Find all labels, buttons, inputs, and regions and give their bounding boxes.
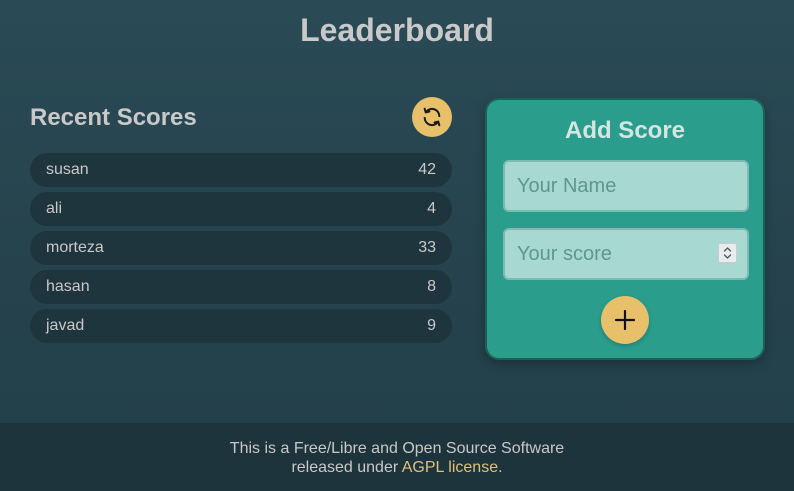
- player-score: 42: [418, 161, 436, 178]
- score-row: hasan 8: [30, 270, 452, 304]
- recent-scores-header: Recent Scores: [30, 97, 452, 137]
- recent-scores-title: Recent Scores: [30, 104, 197, 131]
- score-row: morteza 33: [30, 231, 452, 265]
- player-name: ali: [46, 200, 63, 217]
- score-row: ali 4: [30, 192, 452, 226]
- score-stepper[interactable]: [718, 243, 737, 263]
- footer-line-2: released under AGPL license.: [0, 458, 794, 477]
- stepper-arrows-icon: [723, 247, 732, 259]
- player-score: 8: [427, 278, 436, 295]
- score-input[interactable]: [503, 228, 749, 280]
- name-input[interactable]: [503, 160, 749, 212]
- plus-icon: [614, 309, 636, 331]
- add-score-card: Add Score: [485, 98, 765, 360]
- add-score-button[interactable]: [601, 296, 649, 344]
- player-score: 33: [418, 239, 436, 256]
- score-row: susan 42: [30, 153, 452, 187]
- add-score-title: Add Score: [564, 117, 686, 144]
- footer-prefix: released under: [291, 459, 402, 476]
- player-name: javad: [46, 317, 85, 334]
- footer-line-1: This is a Free/Libre and Open Source Sof…: [229, 440, 565, 457]
- license-link[interactable]: AGPL license: [402, 459, 498, 476]
- score-row: javad 9: [30, 309, 452, 343]
- page-title: Leaderboard: [300, 12, 494, 48]
- player-score: 9: [427, 317, 436, 334]
- footer: This is a Free/Libre and Open Source Sof…: [0, 423, 794, 491]
- player-name: susan: [46, 161, 89, 178]
- refresh-button[interactable]: [412, 97, 452, 137]
- footer-suffix: .: [498, 459, 503, 476]
- refresh-icon: [423, 107, 441, 127]
- score-input-wrapper: [503, 228, 749, 280]
- player-name: morteza: [46, 239, 104, 256]
- score-list: susan 42 ali 4 morteza 33 hasan 8 javad …: [30, 153, 452, 348]
- player-name: hasan: [46, 278, 90, 295]
- player-score: 4: [427, 200, 436, 217]
